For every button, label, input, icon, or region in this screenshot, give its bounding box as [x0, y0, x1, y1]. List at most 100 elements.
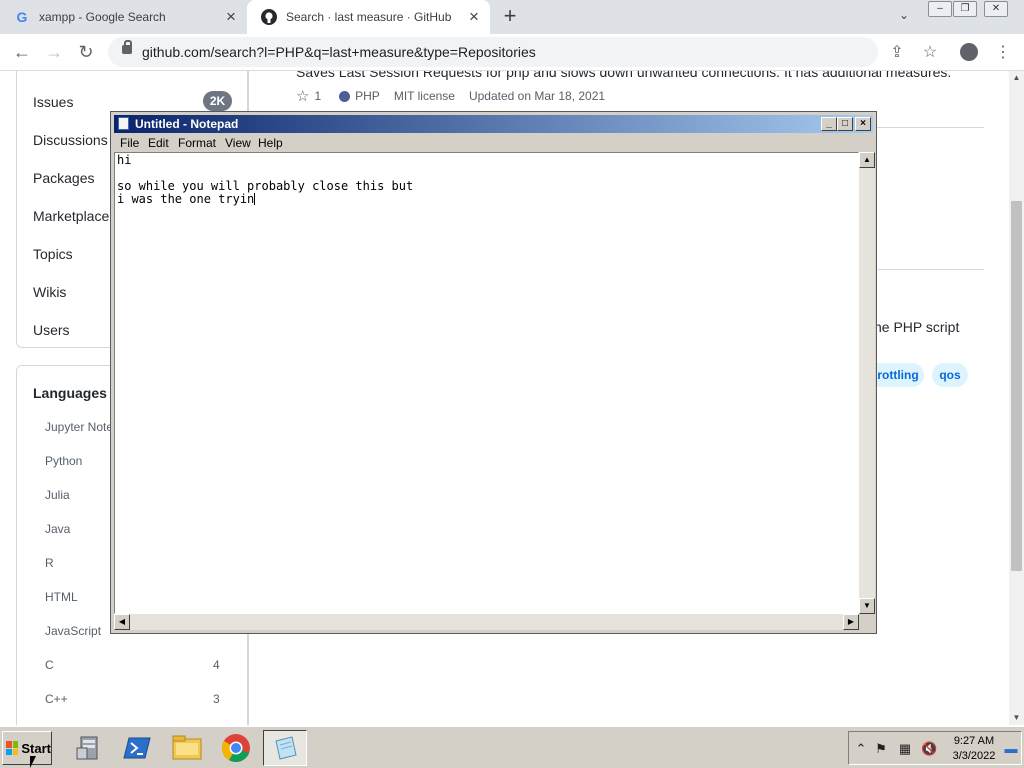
notepad-window: Untitled - Notepad _ □ × File Edit Forma…	[110, 111, 877, 634]
url-text: github.com/search?l=PHP&q=last+measure&t…	[142, 44, 536, 60]
share-icon[interactable]: ⇪	[886, 42, 908, 62]
lock-icon	[122, 40, 132, 54]
star-icon[interactable]: ☆	[296, 87, 309, 105]
language-item[interactable]: Python	[45, 454, 82, 468]
scroll-left-icon[interactable]: ◀	[114, 614, 130, 630]
nav-item-topics[interactable]: Topics	[33, 246, 73, 262]
network-icon[interactable]: ▦	[897, 741, 913, 757]
tab-close-icon[interactable]: ×	[221, 7, 241, 27]
page-scrollbar[interactable]: ▲ ▼	[1009, 71, 1024, 725]
notepad-text[interactable]: hi so while you will probably close this…	[115, 153, 858, 207]
language-item[interactable]: HTML	[45, 590, 78, 604]
mouse-pointer-icon	[30, 756, 42, 768]
language-item[interactable]: R	[45, 556, 54, 570]
notepad-titlebar[interactable]: Untitled - Notepad _ □ ×	[114, 115, 873, 133]
result-updated: Updated on Mar 18, 2021	[468, 89, 606, 103]
scroll-right-icon[interactable]: ▶	[843, 614, 859, 630]
close-icon[interactable]: ✕	[984, 1, 1008, 17]
menu-help[interactable]: Help	[258, 136, 283, 150]
nav-item-users[interactable]: Users	[33, 322, 70, 338]
more-menu-icon[interactable]: ⋮	[992, 42, 1014, 62]
menu-format[interactable]: Format	[178, 136, 216, 150]
back-icon[interactable]: ←	[10, 40, 34, 64]
maximize-icon[interactable]: □	[837, 117, 853, 131]
menu-edit[interactable]: Edit	[148, 136, 169, 150]
minimize-icon[interactable]: _	[821, 117, 837, 131]
clock-time[interactable]: 9:27 AM	[949, 735, 999, 747]
bookmark-star-icon[interactable]: ☆	[919, 42, 941, 62]
scroll-up-icon[interactable]: ▲	[859, 152, 875, 168]
topic-tag[interactable]: qos	[932, 363, 968, 387]
volume-muted-icon[interactable]: 🔇	[921, 741, 937, 757]
notepad-vertical-scrollbar[interactable]: ▲ ▼	[859, 152, 875, 614]
server-manager-icon[interactable]	[66, 730, 110, 766]
github-icon	[261, 9, 277, 25]
language-count: 4	[213, 658, 220, 672]
scroll-down-icon[interactable]: ▼	[1009, 711, 1024, 725]
result-stars[interactable]: 1	[314, 89, 321, 103]
language-color-dot	[339, 90, 351, 102]
language-item[interactable]: C	[45, 658, 54, 672]
result-description: Saves Last Session Requests for php and …	[296, 71, 952, 80]
nav-item-wikis[interactable]: Wikis	[33, 284, 66, 300]
language-item[interactable]: Julia	[45, 488, 70, 502]
new-tab-icon[interactable]: +	[498, 5, 522, 29]
tab-strip: G xampp - Google Search × Search · last …	[0, 0, 1024, 34]
tab-github-search[interactable]: Search · last measure · GitHub ×	[247, 0, 490, 34]
reload-icon[interactable]: ↻	[74, 40, 98, 64]
minimize-icon[interactable]: –	[928, 1, 952, 17]
issues-count-badge: 2K	[203, 91, 232, 111]
show-desktop-icon[interactable]: ▬	[1003, 741, 1019, 757]
google-g-icon: G	[16, 9, 28, 25]
notepad-text-area[interactable]: hi so while you will probably close this…	[114, 152, 859, 614]
language-item[interactable]: Jupyter Note	[45, 420, 113, 434]
powershell-icon[interactable]	[115, 730, 159, 766]
clock-date[interactable]: 3/3/2022	[949, 750, 999, 762]
menu-view[interactable]: View	[225, 136, 251, 150]
result-license: MIT license	[393, 89, 455, 103]
notepad-icon	[118, 117, 129, 130]
result-language: PHP	[355, 89, 380, 103]
tab-close-icon[interactable]: ×	[464, 7, 484, 27]
language-item[interactable]: JavaScript	[45, 624, 101, 638]
result-divider	[878, 269, 984, 270]
system-tray: ⌃ ⚑ ▦ 🔇 9:27 AM 3/3/2022 ▬	[848, 731, 1022, 765]
tab-title: xampp - Google Search	[39, 10, 166, 24]
notepad-title: Untitled - Notepad	[135, 117, 239, 131]
browser-toolbar: ← → ↻ github.com/search?l=PHP&q=last+mea…	[0, 34, 1024, 71]
language-item[interactable]: Java	[45, 522, 70, 536]
chrome-icon[interactable]	[214, 730, 258, 766]
taskbar: Start ⌃ ⚑ ▦ 🔇 9:27 AM 3/3/2022 ▬	[0, 726, 1024, 768]
scrollbar-thumb[interactable]	[1011, 201, 1022, 571]
forward-icon[interactable]: →	[42, 40, 66, 64]
close-icon[interactable]: ×	[855, 117, 871, 131]
file-explorer-icon[interactable]	[165, 730, 209, 766]
notepad-menubar: File Edit Format View Help	[114, 134, 873, 152]
start-button[interactable]: Start	[2, 731, 52, 765]
nav-item-packages[interactable]: Packages	[33, 170, 94, 186]
chevron-up-icon[interactable]: ⌃	[853, 741, 869, 757]
tab-title: Search · last measure · GitHub	[286, 10, 452, 24]
topic-tag[interactable]: rottling	[872, 363, 924, 387]
start-label: Start	[21, 740, 51, 756]
windows-logo-icon	[6, 741, 19, 755]
resize-grip-icon[interactable]	[859, 614, 875, 630]
nav-item-issues[interactable]: Issues	[33, 94, 73, 110]
profile-avatar[interactable]	[958, 42, 980, 62]
scroll-down-icon[interactable]: ▼	[859, 598, 875, 614]
result-meta: ☆ 1 PHP MIT license Updated on Mar 18, 2…	[296, 87, 605, 105]
nav-item-marketplace[interactable]: Marketplace	[33, 208, 109, 224]
restore-icon[interactable]: ❐	[953, 1, 977, 17]
language-item[interactable]: C++	[45, 692, 68, 706]
nav-item-discussions[interactable]: Discussions	[33, 132, 108, 148]
address-bar[interactable]: github.com/search?l=PHP&q=last+measure&t…	[108, 37, 878, 67]
scroll-up-icon[interactable]: ▲	[1009, 71, 1024, 85]
menu-file[interactable]: File	[120, 136, 139, 150]
notepad-icon[interactable]	[263, 730, 307, 766]
languages-heading: Languages	[33, 385, 107, 401]
tab-google-search[interactable]: G xampp - Google Search ×	[0, 0, 247, 34]
result-snippet: he PHP script	[874, 319, 960, 335]
chevron-down-icon[interactable]: ⌄	[894, 8, 914, 26]
flag-icon[interactable]: ⚑	[873, 741, 889, 757]
notepad-horizontal-scrollbar[interactable]: ◀ ▶	[114, 614, 859, 630]
